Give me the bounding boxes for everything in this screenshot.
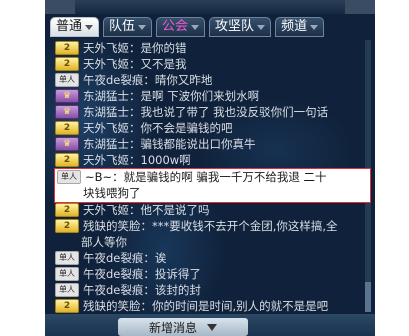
top-frame-bar: [45, 0, 375, 14]
message-text: 块钱喂狗了: [83, 186, 141, 200]
chat-message: 2 残缺的笑脸：你的时间是时间,别人的就不是是吧: [55, 298, 365, 314]
scrollbar-thumb[interactable]: [365, 282, 371, 312]
chat-message: ♛ 东湖猛士：是啊 下波你们来划水啊: [55, 88, 365, 104]
message-text: 残缺的笑脸：***要收钱不去开个金团,你这样搞,全: [83, 219, 338, 233]
tab-raid-team[interactable]: 攻坚队: [209, 17, 272, 37]
chevron-down-icon: [310, 24, 319, 30]
message-text: 部人等你: [81, 235, 127, 249]
tab-guild[interactable]: 公会: [156, 17, 206, 37]
message-text: 天外飞姬：又不是我: [83, 57, 187, 71]
level-badge-icon: 2: [55, 57, 79, 71]
single-player-badge-icon: 单人: [55, 283, 79, 297]
chat-message: 单人 午夜de裂痕：晴你又昨地: [55, 72, 365, 88]
chat-message-continuation: 部人等你: [55, 234, 365, 250]
level-badge-icon: 2: [55, 153, 79, 167]
message-text: 天外飞姬：他不是说了吗: [83, 203, 210, 217]
highlighted-message: 单人 ~B~：就是骗钱的啊 骗我一千万不给我退 二十 块钱喂狗了: [54, 168, 371, 203]
chevron-down-icon: [257, 24, 266, 30]
message-text: 东湖猛士：是啊 下波你们来划水啊: [83, 89, 260, 103]
crown-badge-icon: ♛: [55, 105, 79, 119]
single-player-badge-icon: 单人: [55, 73, 79, 87]
chat-message: 2 天外飞姬：你不会是骗钱的吧: [55, 120, 365, 136]
tab-team[interactable]: 队伍: [103, 17, 153, 37]
chat-message: 单人 午夜de裂痕：诶: [55, 250, 365, 266]
tab-label: 队伍: [109, 19, 136, 34]
highlighted-message-line: 单人 ~B~：就是骗钱的啊 骗我一千万不给我退 二十: [55, 169, 370, 185]
message-text: 天外飞姬：你不会是骗钱的吧: [83, 121, 233, 135]
chat-tab-bar: 普通 队伍 公会 攻坚队 频道: [50, 17, 328, 37]
level-badge-icon: 2: [55, 299, 79, 313]
tab-label: 普通: [56, 19, 83, 34]
message-text: 残缺的笑脸：你的时间是时间,别人的就不是是吧: [83, 299, 329, 313]
single-player-badge-icon: 单人: [55, 251, 79, 265]
chat-message: 2 天外飞姬：他不是说了吗: [55, 202, 365, 218]
message-text: 午夜de裂痕：诶: [83, 251, 167, 265]
left-frame-corner: [45, 0, 75, 14]
chat-message: 2 天外飞姬：1000w啊: [55, 152, 365, 168]
chat-message: 2 残缺的笑脸：***要收钱不去开个金团,你这样搞,全: [55, 218, 365, 234]
chat-message: 2 天外飞姬：又不是我: [55, 56, 365, 72]
message-text: 东湖猛士：我也说了带了 我也没反驳你们一句话: [83, 105, 329, 119]
level-badge-icon: 2: [55, 41, 79, 55]
new-message-label: 新增消息: [148, 320, 197, 335]
message-text: 午夜de裂痕：投诉得了: [83, 267, 201, 281]
message-text: 午夜de裂痕：该封的封: [83, 283, 201, 297]
right-frame-corner: [345, 0, 375, 14]
new-message-button[interactable]: 新增消息: [118, 318, 248, 336]
chevron-down-icon: [191, 24, 200, 30]
level-badge-icon: 2: [55, 203, 79, 217]
message-text: 午夜de裂痕：晴你又昨地: [83, 73, 213, 87]
message-text: 天外飞姬：是你的错: [83, 41, 187, 55]
message-text: 天外飞姬：1000w啊: [83, 153, 191, 167]
crown-badge-icon: ♛: [55, 137, 79, 151]
single-player-badge-icon: 单人: [55, 267, 79, 281]
tab-normal[interactable]: 普通: [50, 17, 100, 37]
message-text: ~B~：就是骗钱的啊 骗我一千万不给我退 二十: [85, 170, 327, 184]
chevron-down-icon: [85, 24, 94, 30]
chevron-down-icon: [138, 24, 147, 30]
tab-channel[interactable]: 频道: [275, 17, 325, 37]
tab-label: 攻坚队: [215, 19, 255, 34]
single-player-badge-icon: 单人: [57, 170, 81, 184]
chat-message: 单人 午夜de裂痕：该封的封: [55, 282, 365, 298]
level-badge-icon: 2: [55, 219, 79, 233]
chat-message: 2 天外飞姬：是你的错: [55, 40, 365, 56]
tab-label: 频道: [281, 19, 308, 34]
highlighted-message-continuation: 块钱喂狗了: [55, 185, 370, 201]
message-text: 东湖猛士：骗钱都能说出口你真牛: [83, 137, 256, 151]
tab-label: 公会: [162, 19, 189, 34]
chat-message: 单人 午夜de裂痕：投诉得了: [55, 266, 365, 282]
arrow-down-icon: [207, 323, 217, 331]
chat-message: ♛ 东湖猛士：骗钱都能说出口你真牛: [55, 136, 365, 152]
chat-message: ♛ 东湖猛士：我也说了带了 我也没反驳你们一句话: [55, 104, 365, 120]
level-badge-icon: 2: [55, 121, 79, 135]
crown-badge-icon: ♛: [55, 89, 79, 103]
